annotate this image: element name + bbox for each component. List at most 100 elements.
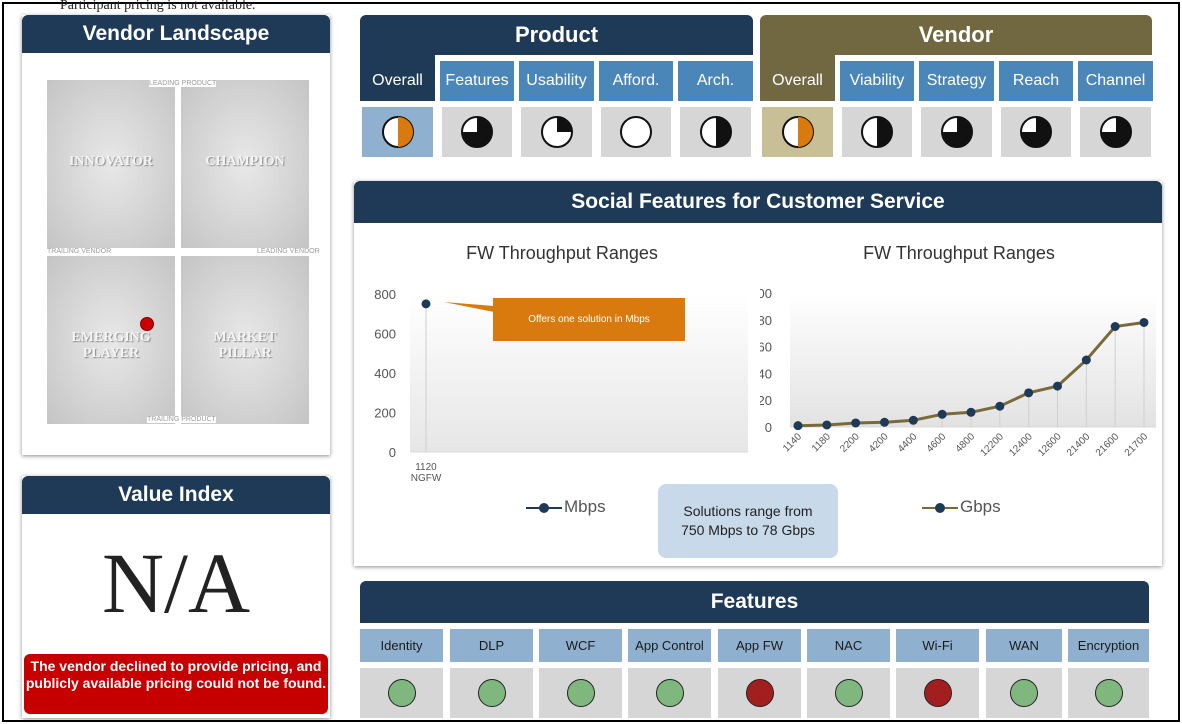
feature-app-control-status-icon — [655, 679, 684, 707]
product-features-harvey-icon — [461, 116, 493, 148]
vendor-overall-harvey-icon — [781, 116, 814, 148]
feature-tab-encryption[interactable]: Encryption — [1068, 629, 1149, 662]
feature-cell-dlp — [450, 668, 533, 718]
feature-cell-app-fw — [718, 668, 801, 718]
quadrant-market-pillar: MARKET PILLAR — [181, 256, 309, 424]
solutions-range-note: Solutions range from 750 Mbps to 78 Gbps — [658, 484, 838, 558]
chart1-callout: Offers one solution in Mbps — [493, 298, 685, 341]
vendor-strategy-harvey-icon — [940, 116, 973, 148]
chart2-xtick-label: 1180 — [810, 431, 833, 454]
product-score-features — [442, 107, 512, 157]
feature-wcf-status-icon — [566, 679, 595, 707]
chart2-xtick-label: 21400 — [1065, 431, 1093, 459]
product-score-usability — [521, 107, 592, 157]
feature-cell-encryption — [1068, 668, 1149, 718]
feature-tab-nac[interactable]: NAC — [807, 629, 890, 662]
chart2-xtick-label: 1140 — [781, 431, 804, 454]
chart2-data-point — [937, 409, 947, 419]
solutions-range-line1: Solutions range from — [683, 503, 813, 519]
feature-tab-wan[interactable]: WAN — [986, 629, 1062, 662]
chart2-svg: 0 20 40 60 80 100 1140 118022004200440046004800… — [760, 286, 1156, 459]
vendor-landscape-title: Vendor Landscape — [22, 15, 330, 53]
chart2-ytick-label: 40 — [760, 366, 772, 381]
chart1-ytick-label: 0 — [389, 445, 396, 460]
vendor-tab-channel[interactable]: Channel — [1078, 61, 1153, 101]
chart2-xtick-label: 4600 — [925, 431, 949, 455]
value-index-title: Value Index — [22, 476, 330, 514]
landscape-quadrant-chart: INNOVATOR CHAMPION EMERGING PLAYER MARKE… — [47, 80, 320, 424]
value-index-panel: Value Index N/A The vendor declined to p… — [22, 476, 330, 718]
axis-leading-product: LEADING PRODUCT — [149, 80, 217, 87]
chart2-legend: Gbps — [922, 497, 1001, 517]
product-tab-usability[interactable]: Usability — [519, 61, 594, 101]
product-afford-harvey-icon — [620, 116, 652, 148]
feature-identity-status-icon — [387, 679, 416, 707]
cropped-header-text: Participant pricing is not available. — [60, 0, 256, 13]
quadrant-innovator: INNOVATOR — [47, 80, 175, 248]
product-usability-harvey-icon — [540, 116, 573, 148]
vendor-score-viability — [842, 107, 912, 157]
feature-dlp-status-icon — [477, 679, 506, 707]
chart2-ytick-label: 60 — [760, 340, 772, 355]
vendor-viability-harvey-icon — [861, 116, 893, 148]
axis-trailing-vendor: TRAILING VENDOR — [47, 248, 112, 255]
feature-tab-identity[interactable]: Identity — [360, 629, 443, 662]
chart2-data-point — [1139, 317, 1149, 327]
feature-tab-wi-fi[interactable]: Wi-Fi — [896, 629, 979, 662]
solutions-range-line2: 750 Mbps to 78 Gbps — [681, 522, 815, 538]
product-tab-arch[interactable]: Arch. — [678, 61, 753, 101]
feature-cell-wcf — [539, 668, 622, 718]
product-score-arch — [680, 107, 751, 157]
chart1-data-point — [421, 299, 431, 309]
chart2-ytick-label: 0 — [765, 420, 772, 435]
chart2-data-point — [880, 417, 889, 427]
vendor-reach-harvey-icon — [1020, 116, 1052, 148]
chart2-data-point — [1110, 322, 1120, 331]
vendor-tab-strategy[interactable]: Strategy — [919, 61, 994, 101]
chart1-ytick-label: 200 — [374, 406, 396, 421]
legend-mbps-label: Mbps — [564, 497, 606, 516]
social-features-title: Social Features for Customer Service — [354, 181, 1162, 223]
chart2-plot-area — [790, 293, 1156, 427]
feature-cell-wi-fi — [896, 668, 979, 718]
feature-tab-dlp[interactable]: DLP — [450, 629, 533, 662]
chart2-xtick-label: 12400 — [1007, 431, 1035, 459]
product-score-overall — [362, 107, 433, 157]
product-tab-features[interactable]: Features — [440, 61, 514, 101]
feature-tab-app-fw[interactable]: App FW — [718, 629, 801, 662]
chart2-xtick-label: 12600 — [1036, 431, 1064, 459]
feature-tab-app-control[interactable]: App Control — [628, 629, 711, 662]
chart2-xtick-label: 4400 — [896, 431, 920, 455]
chart2-xtick-label: 21600 — [1094, 431, 1122, 459]
product-score-afford — [601, 107, 671, 157]
feature-tab-wcf[interactable]: WCF — [539, 629, 622, 662]
product-tab-overall[interactable]: Overall — [360, 55, 435, 101]
feature-cell-app-control — [628, 668, 711, 718]
vendor-tab-reach[interactable]: Reach — [999, 61, 1073, 101]
feature-wi-fi-status-icon — [923, 679, 952, 707]
vendor-score-reach — [1001, 107, 1071, 157]
quadrant-market-pillar-label: MARKET PILLAR — [213, 330, 277, 361]
vendor-channel-harvey-icon — [1099, 116, 1132, 148]
chart2-data-point — [793, 421, 803, 431]
chart2-xtick-label: 4200 — [867, 431, 891, 455]
callout-pointer — [444, 302, 494, 312]
chart2-data-point — [908, 415, 918, 425]
feature-cell-wan — [986, 668, 1062, 718]
vendor-tab-overall[interactable]: Overall — [760, 55, 835, 101]
quadrant-innovator-label: INNOVATOR — [68, 154, 154, 169]
chart2-xtick-label: 4800 — [954, 431, 978, 455]
chart1-ytick-label: 400 — [374, 366, 396, 381]
quadrant-emerging-player-label: EMERGING PLAYER — [71, 330, 151, 361]
vendor-tab-viability[interactable]: Viability — [840, 61, 914, 101]
pricing-declined-notice: The vendor declined to provide pricing, … — [24, 654, 328, 714]
chart1-ytick-label: 800 — [374, 287, 396, 302]
feature-wan-status-icon — [1010, 679, 1038, 707]
feature-cell-nac — [807, 668, 890, 718]
chart1-ytick-label: 600 — [374, 327, 396, 342]
chart2-data-point — [1024, 388, 1034, 398]
product-header: Product — [360, 15, 753, 55]
product-tab-afford[interactable]: Afford. — [599, 61, 673, 101]
feature-nac-status-icon — [834, 679, 863, 707]
chart1-title: FW Throughput Ranges — [466, 243, 658, 263]
